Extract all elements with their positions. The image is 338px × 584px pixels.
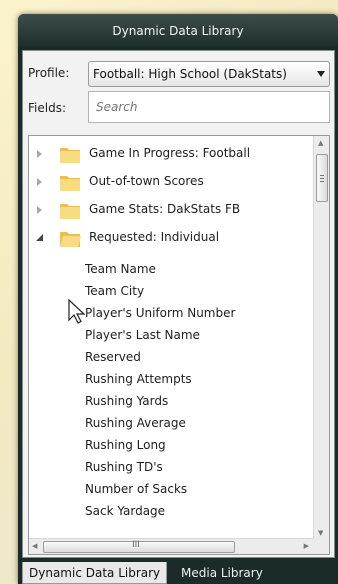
tree-folder-expanded[interactable]: Requested: Individual	[29, 224, 314, 252]
horizontal-scrollbar[interactable]: ◀ III ▶	[29, 538, 313, 554]
tree-field-item[interactable]: Rushing Yards	[85, 394, 168, 408]
bottom-tabs: Dynamic Data Library Media Library	[22, 562, 338, 584]
tree-folder[interactable]: Game In Progress: Football	[29, 140, 314, 168]
profile-value: Football: High School (DakStats)	[93, 67, 287, 81]
vertical-scrollbar[interactable]: ▲ ▼	[313, 136, 329, 540]
tree-field-item[interactable]: Rushing TD's	[85, 460, 163, 474]
expander-arrow-icon[interactable]	[37, 178, 42, 186]
folder-icon	[60, 148, 80, 163]
scroll-down-icon[interactable]: ▼	[318, 529, 323, 537]
profile-dropdown[interactable]: Football: High School (DakStats)	[88, 61, 330, 87]
fields-label: Fields:	[28, 101, 66, 115]
folder-label: Game Stats: DakStats FB	[89, 202, 241, 216]
folder-icon	[60, 176, 80, 191]
mouse-pointer-icon	[68, 299, 86, 324]
tree-folder[interactable]: Game Stats: DakStats FB	[29, 196, 314, 224]
tree-field-item[interactable]: Rushing Attempts	[85, 372, 192, 386]
grip-line	[320, 181, 324, 182]
grip-line	[320, 178, 324, 179]
vertical-scroll-thumb[interactable]	[316, 154, 328, 202]
expander-arrow-icon[interactable]	[37, 150, 42, 158]
horizontal-scroll-thumb[interactable]: III	[43, 540, 235, 553]
tree-field-item[interactable]: Player's Uniform Number	[85, 306, 235, 320]
dropdown-arrow-icon	[317, 71, 325, 77]
tree-field-item[interactable]: Rushing Average	[85, 416, 186, 430]
tree-folder[interactable]: Out-of-town Scores	[29, 168, 314, 196]
tree-field-item[interactable]: Player's Last Name	[85, 328, 200, 342]
folder-label: Requested: Individual	[89, 230, 220, 244]
library-window: Dynamic Data Library Profile: Football: …	[18, 14, 338, 584]
scroll-up-icon[interactable]: ▲	[318, 139, 323, 147]
grip-glyph: III	[132, 540, 140, 550]
tree-field-item[interactable]: Sack Yardage	[85, 504, 165, 518]
grip-line	[320, 175, 324, 176]
scroll-left-icon[interactable]: ◀	[32, 542, 37, 550]
expander-arrow-icon[interactable]	[35, 233, 44, 242]
tab-dynamic-data-library[interactable]: Dynamic Data Library	[22, 562, 168, 584]
expander-arrow-icon[interactable]	[37, 206, 42, 214]
tab-media-library[interactable]: Media Library	[175, 562, 269, 584]
folder-label: Game In Progress: Football	[89, 146, 251, 160]
search-input[interactable]	[88, 91, 330, 123]
folder-open-icon	[60, 232, 81, 247]
tree-field-item[interactable]: Team City	[85, 284, 144, 298]
scroll-right-icon[interactable]: ▶	[304, 542, 309, 550]
window-title: Dynamic Data Library	[18, 14, 338, 46]
tree-field-item[interactable]: Rushing Long	[85, 438, 166, 452]
folder-icon	[60, 204, 80, 219]
tree-field-item[interactable]: Number of Sacks	[85, 482, 187, 496]
library-panel: Profile: Football: High School (DakStats…	[22, 50, 335, 558]
profile-label: Profile:	[28, 66, 70, 80]
scrollbar-corner	[313, 538, 329, 554]
tree-field-item[interactable]: Reserved	[85, 350, 141, 364]
tree-field-item[interactable]: Team Name	[85, 262, 156, 276]
folder-label: Out-of-town Scores	[89, 174, 204, 188]
data-tree[interactable]: Game In Progress: Football Out-of-town S…	[28, 135, 330, 555]
